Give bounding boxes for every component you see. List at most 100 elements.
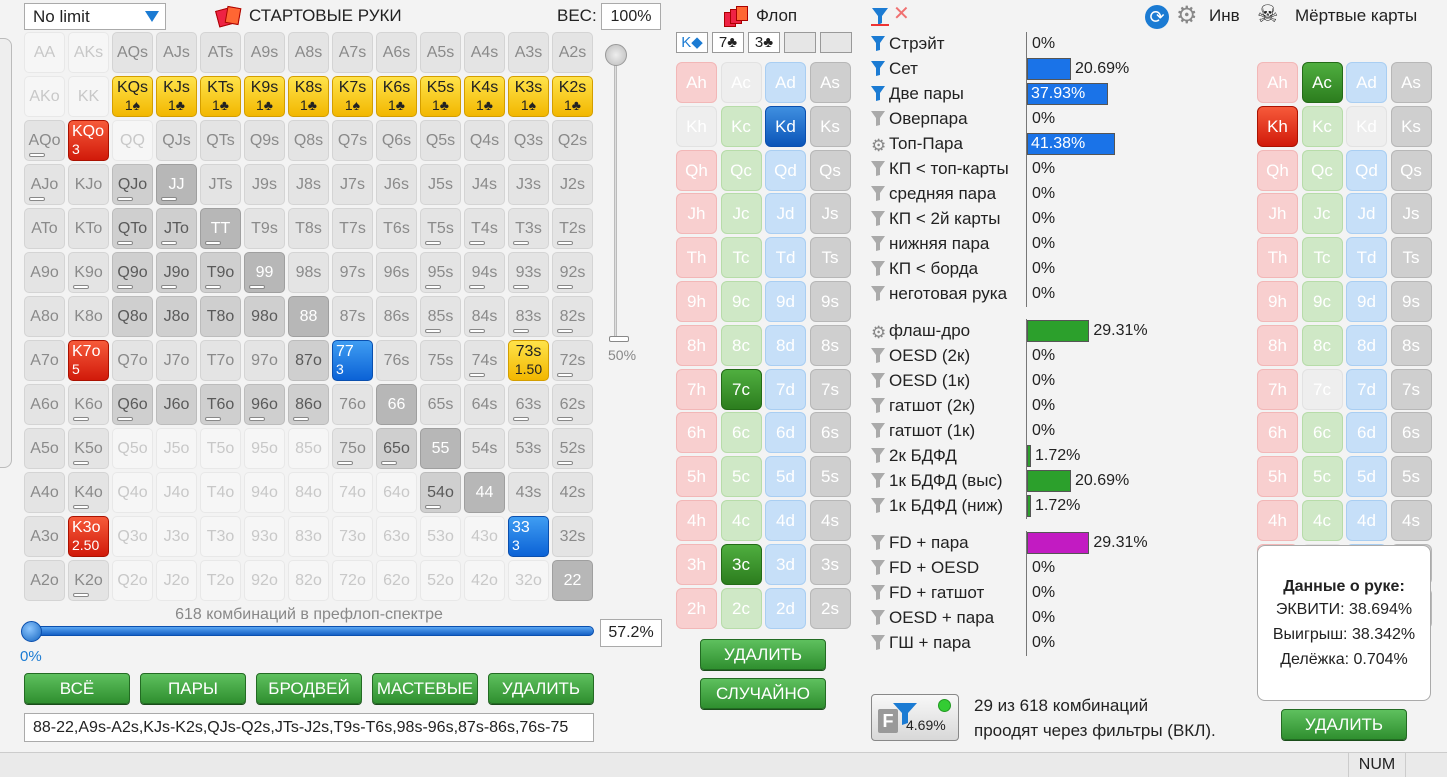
filter-icon[interactable] [871,234,887,251]
card-qc[interactable]: Qc [720,149,762,191]
stat-row[interactable]: OESD (1к) [871,369,970,393]
card-7s[interactable]: 7s [809,368,851,410]
hand-cell[interactable]: T2s [552,208,593,249]
card-qh[interactable]: Qh [1257,149,1298,191]
hand-cell[interactable]: J4s [464,164,505,205]
hand-cell[interactable]: 94s [464,252,505,293]
hand-cell[interactable]: KJs 1♣ [156,76,197,117]
card-qs[interactable]: Qs [1390,149,1432,191]
hand-cell[interactable]: 87s [332,296,373,337]
card-9c[interactable]: 9c [1301,281,1343,322]
filter-icon[interactable] [871,396,887,413]
filter-icon[interactable] [871,496,887,513]
filter-icon[interactable] [871,533,887,550]
all-button[interactable]: ВСЁ [24,673,130,704]
hand-cell[interactable]: A6s [376,32,417,73]
filter-icon[interactable] [871,583,887,600]
clear-filter-icon[interactable]: ✕ [893,4,910,24]
hand-cell[interactable]: 95o [244,428,285,469]
card-qs[interactable]: Qs [809,149,851,191]
card-js[interactable]: Js [1390,193,1432,235]
hand-cell[interactable]: 77 3 [332,340,373,381]
hand-cell[interactable]: 84s [464,296,505,337]
range-slider-track[interactable] [24,626,594,636]
range-percent-input[interactable]: 57.2% [600,619,662,647]
filter-icon[interactable] [871,558,887,575]
hand-cell[interactable]: J3s [508,164,549,205]
filter-icon[interactable] [871,259,887,276]
hand-cell[interactable]: TT [200,208,241,249]
hand-cell[interactable]: 87o [288,340,329,381]
card-2s[interactable]: 2s [809,587,851,629]
stat-row[interactable]: Стрэйт [871,32,944,56]
hand-cell[interactable]: J4o [156,472,197,513]
filter-icon[interactable] [871,6,889,26]
gear-icon[interactable]: ⚙ [871,324,887,341]
card-8d[interactable]: 8d [1346,324,1387,366]
weight-slider-track[interactable] [614,46,617,342]
hand-cell[interactable]: 55 [420,428,461,469]
filter-icon[interactable] [871,421,887,438]
stat-row[interactable]: OESD + пара [871,606,994,630]
card-2h[interactable]: 2h [676,587,717,629]
card-7d[interactable]: 7d [1346,368,1387,410]
card-8c[interactable]: 8c [720,324,762,366]
hand-cell[interactable]: 52s [552,428,593,469]
card-jd[interactable]: Jd [765,193,806,235]
hand-cell[interactable]: 42s [552,472,593,513]
card-2c[interactable]: 2c [720,587,762,629]
stat-row[interactable]: гатшот (1к) [871,419,975,443]
stat-row[interactable]: Оверпара [871,107,968,131]
hand-cell[interactable]: K8s 1♣ [288,76,329,117]
hand-cell[interactable]: K4o [68,472,109,513]
hand-cell[interactable]: Q6s [376,120,417,161]
hand-cell[interactable]: Q2o [112,560,153,601]
hand-cell[interactable]: 86s [376,296,417,337]
stat-row[interactable]: 1к БДФД (ниж) [871,494,1003,518]
hand-cell[interactable]: 98s [288,252,329,293]
card-ac[interactable]: Ac [1301,62,1343,103]
board-card-slot[interactable] [820,32,852,53]
hand-cell[interactable]: 95s [420,252,461,293]
card-3c[interactable]: 3c [720,543,762,585]
hand-cell[interactable]: 44 [464,472,505,513]
hand-cell[interactable]: K3s 1♠ [508,76,549,117]
suited-button[interactable]: МАСТЕВЫЕ [372,673,478,704]
card-jc[interactable]: Jc [1301,193,1343,235]
flop-delete-button[interactable]: УДАЛИТЬ [700,639,826,670]
hand-cell[interactable]: 32o [508,560,549,601]
card-7h[interactable]: 7h [676,368,717,410]
weight-input[interactable]: 100% [601,3,661,30]
filter-icon[interactable] [871,59,887,76]
card-6h[interactable]: 6h [676,412,717,454]
hand-cell[interactable]: A9s [244,32,285,73]
card-3h[interactable]: 3h [676,543,717,585]
filter-icon[interactable] [871,346,887,363]
hand-cell[interactable]: Q5s [420,120,461,161]
hand-cell[interactable]: J2o [156,560,197,601]
card-7h[interactable]: 7h [1257,368,1298,410]
hand-cell[interactable]: 43o [464,516,505,557]
card-4c[interactable]: 4c [1301,500,1343,541]
hand-cell[interactable]: 22 [552,560,593,601]
hand-cell[interactable]: T4s [464,208,505,249]
hand-cell[interactable]: 72o [332,560,373,601]
hand-cell[interactable]: T8s [288,208,329,249]
refresh-icon[interactable]: ⟳ [1145,5,1169,29]
hand-cell[interactable]: J7s [332,164,373,205]
stat-row[interactable]: 1к БДФД (выс) [871,469,1003,493]
card-5s[interactable]: 5s [1390,456,1432,498]
hand-cell[interactable]: 74o [332,472,373,513]
hand-cell[interactable]: 63o [376,516,417,557]
hand-cell[interactable]: 97s [332,252,373,293]
hand-cell[interactable]: K2s 1♣ [552,76,593,117]
card-9h[interactable]: 9h [1257,281,1298,322]
stat-row[interactable]: нижняя пара [871,232,989,256]
range-text-input[interactable]: 88-22,A9s-A2s,KJs-K2s,QJs-Q2s,JTs-J2s,T9… [24,713,594,742]
weight-slider-handle[interactable] [605,44,627,66]
hand-cell[interactable]: J5s [420,164,461,205]
hand-cell[interactable]: 62o [376,560,417,601]
limit-select[interactable]: No limit [24,3,166,30]
hand-cell[interactable]: 82s [552,296,593,337]
filter-icon[interactable] [871,184,887,201]
